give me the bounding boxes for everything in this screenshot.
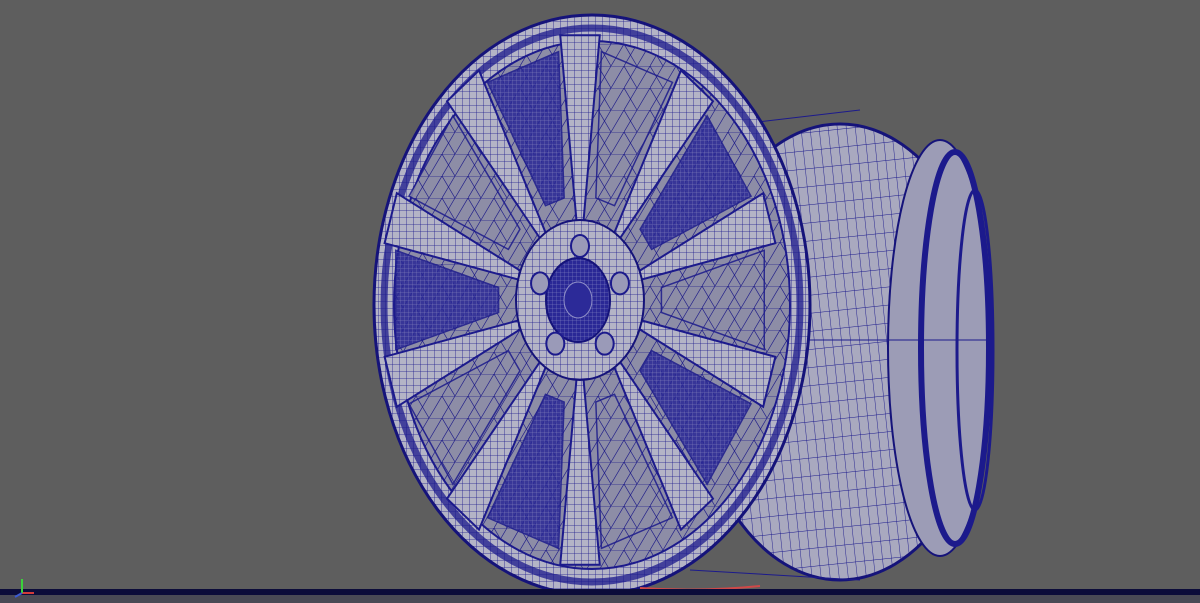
timeline-track [0, 595, 1200, 603]
3d-viewport[interactable] [0, 0, 1200, 603]
lug-nut [570, 234, 590, 258]
lug-nut [545, 331, 566, 356]
lug-nut [594, 331, 615, 356]
lug-nut [609, 271, 630, 296]
wheel-wireframe-model[interactable] [0, 0, 1200, 603]
lug-nut [530, 271, 551, 296]
axis-gizmo-icon [14, 579, 34, 598]
z-axis-line [14, 592, 23, 598]
